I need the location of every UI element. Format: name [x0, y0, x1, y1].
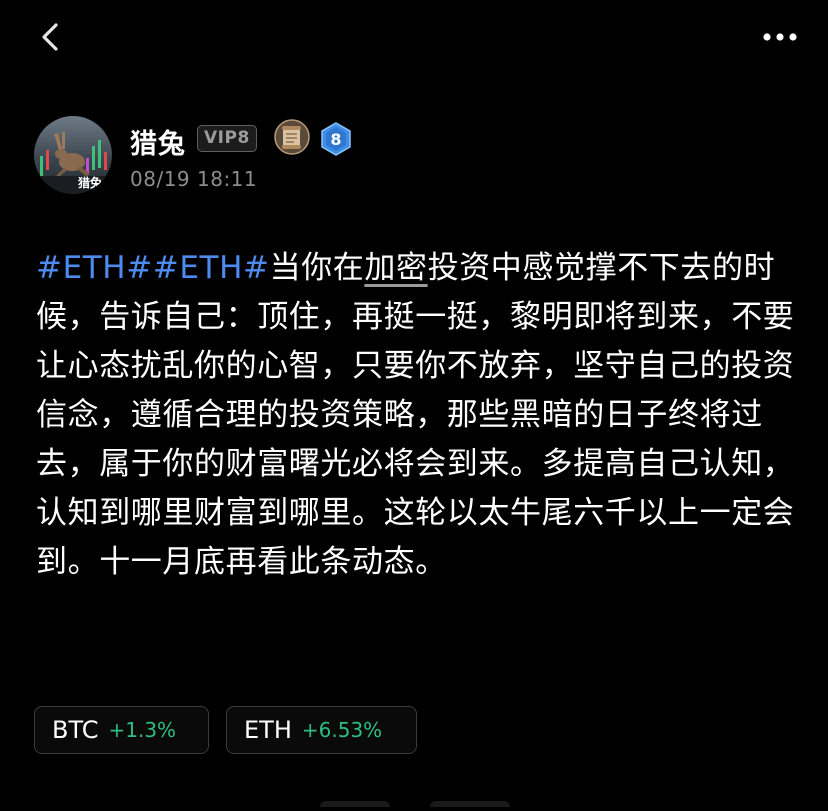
back-button[interactable] — [32, 18, 72, 58]
level-hexagon-icon: 8 — [321, 122, 351, 156]
ticker-symbol: ETH — [244, 716, 292, 744]
post-timestamp: 08/19 18:11 — [130, 167, 258, 191]
avatar[interactable]: 猎兔 — [34, 116, 112, 194]
ticker-symbol: BTC — [52, 716, 99, 744]
hashtag-link[interactable]: #ETH# — [36, 250, 153, 286]
rabbit-avatar-icon: 猎兔 — [34, 116, 112, 194]
post-text: 投资中感觉撑不下去的时候，告诉自己：顶住，再挺一挺，黎明即将到来，不要让心态扰乱… — [36, 250, 795, 580]
ticker-chip-eth[interactable]: ETH +6.53% — [226, 706, 417, 754]
top-nav-bar — [0, 0, 828, 80]
ticker-change: +6.53% — [301, 718, 383, 742]
keyword-link[interactable]: 加密 — [364, 250, 427, 286]
vip-badge: VIP8 — [197, 125, 257, 152]
more-options-button[interactable] — [760, 22, 800, 52]
bottom-edge-element — [320, 792, 510, 811]
level-number: 8 — [330, 130, 341, 149]
chevron-left-icon — [42, 23, 58, 51]
author-header: 猎兔 猎兔 VIP8 8 08/19 18:11 — [34, 116, 794, 196]
more-horizontal-icon — [763, 33, 797, 41]
hashtag-link[interactable]: #ETH# — [153, 250, 270, 286]
ticker-change: +1.3% — [108, 718, 177, 742]
level-badge: 8 — [319, 122, 353, 156]
avatar-caption: 猎兔 — [78, 175, 102, 190]
post-body: #ETH##ETH#当你在加密投资中感觉撑不下去的时候，告诉自己：顶住，再挺一挺… — [36, 244, 796, 587]
ticker-chip-btc[interactable]: BTC +1.3% — [34, 706, 209, 754]
post-text: 当你在 — [269, 250, 365, 286]
author-name[interactable]: 猎兔 — [130, 122, 186, 161]
scroll-badge-icon — [273, 118, 311, 156]
